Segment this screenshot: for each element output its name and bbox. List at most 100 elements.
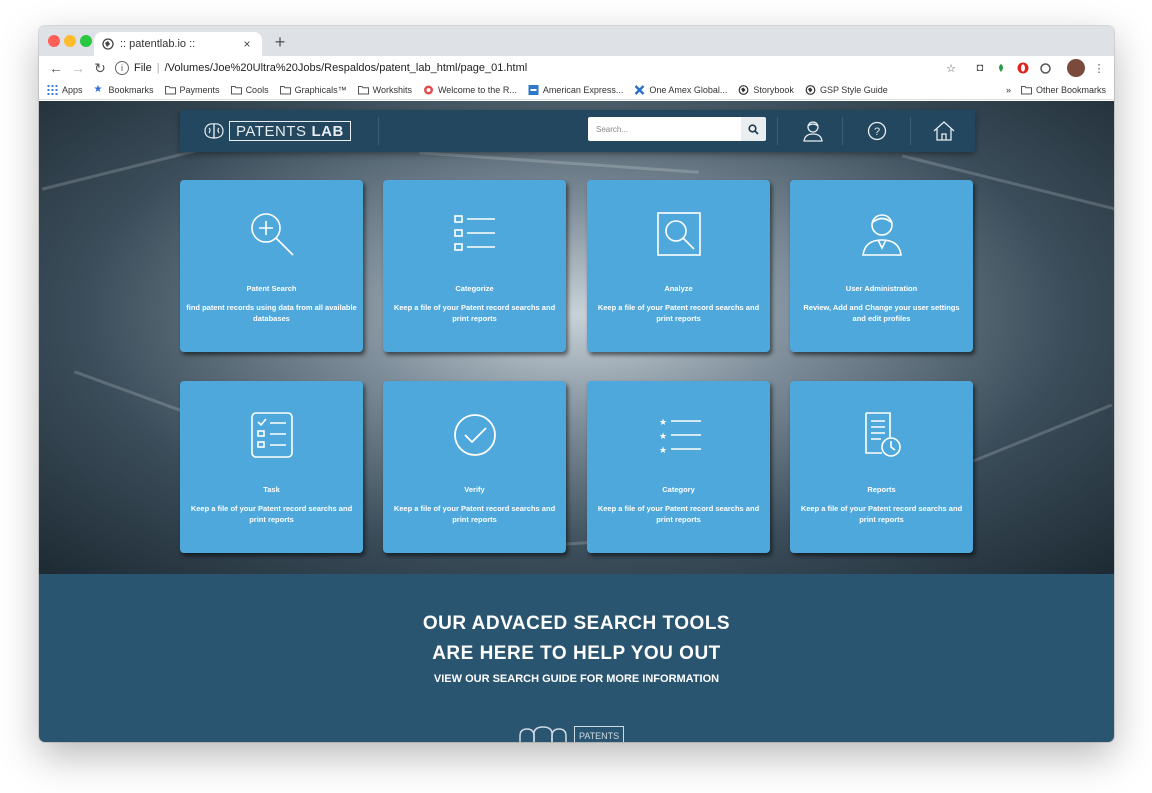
checklist-icon [250,412,293,458]
globe-icon [102,38,114,50]
card-title: Categorize [455,284,494,293]
tab-strip: :: patentlab.io :: × + [39,26,1114,56]
minimize-window-button[interactable] [64,35,76,47]
footer-headline-line-1: OUR ADVACED SEARCH TOOLS [422,613,731,634]
bookmark-label: Graphicals™ [294,84,347,95]
reload-icon[interactable]: ↻ [89,57,111,79]
hero-background: PATENTS LAB ? [39,101,1114,574]
search-button[interactable] [741,117,766,141]
folder-icon [164,85,176,94]
user-profile-icon[interactable] [801,119,825,143]
card-reports[interactable]: Reports Keep a file of your Patent recor… [790,381,973,553]
card-title: Patent Search [246,284,297,293]
camera-icon[interactable]: ◘ [973,61,987,75]
patents-lab-logo[interactable]: PATENTS LAB [203,120,351,142]
brain-logo-icon [519,726,567,742]
card-description: Keep a file of your Patent record search… [393,504,556,524]
home-icon[interactable] [932,119,956,143]
help-icon[interactable]: ? [865,119,889,143]
list-icon [453,215,495,251]
tab-close-icon[interactable]: × [240,37,254,51]
star-list-icon: ★ ★ ★ [659,418,701,456]
bookmarks-bar: Apps ★ Bookmarks Payments Cools Graphica… [39,80,1114,100]
bookmark-storybook[interactable]: Storybook [738,85,794,95]
card-title: Category [662,485,695,494]
browser-window: :: patentlab.io :: × + ← → ↻ i File | /V… [39,26,1114,742]
menu-dots-icon[interactable]: ⋮ [1092,61,1106,75]
site-navbar: PATENTS LAB ? [180,110,975,152]
bookmark-label: Storybook [753,84,794,95]
bookmark-label: Welcome to the R... [437,84,517,95]
folder-icon [230,85,242,94]
bookmark-workshits[interactable]: Workshits [357,85,412,95]
card-patent-search[interactable]: Patent Search find patent records using … [180,180,363,352]
report-clock-icon [864,412,901,457]
svg-text:★: ★ [659,418,667,428]
maximize-window-button[interactable] [80,35,92,47]
footer-headline-line-2: ARE HERE TO HELP YOU OUT [432,643,721,664]
bookmark-label: Bookmarks [108,84,154,95]
profile-avatar-icon[interactable] [1067,59,1085,77]
other-bookmarks[interactable]: Other Bookmarks [1036,85,1106,95]
card-title: Analyze [664,284,693,293]
svg-text:★: ★ [659,432,667,442]
search-guide-link[interactable]: VIEW OUR SEARCH GUIDE FOR MORE INFORMATI… [39,673,1114,685]
bookmark-cools[interactable]: Cools [230,84,269,95]
card-category[interactable]: ★ ★ ★ Category Keep a file of your Patent … [587,381,770,553]
bookmark-gsp-style-guide[interactable]: GSP Style Guide [805,85,888,95]
bookmark-one-amex[interactable]: One Amex Global... [634,85,727,95]
bookmark-welcome[interactable]: Welcome to the R... [423,85,517,95]
bookmark-graphicals[interactable]: Graphicals™ [279,84,347,95]
logo-wordmark: PATENTS LAB [229,121,351,141]
bookmark-label: Apps [62,84,83,95]
cross-icon [635,84,645,95]
card-description: Keep a file of your Patent record search… [800,504,963,524]
card-description: Keep a file of your Patent record search… [190,504,353,524]
browser-toolbar: ← → ↻ i File | /Volumes/Joe%20Ultra%20Jo… [39,56,1114,80]
back-arrow-icon[interactable]: ← [45,57,67,79]
bookmark-amex[interactable]: American Express... [528,84,624,95]
globe-icon [739,84,749,95]
star-bookmark-icon[interactable]: ☆ [944,61,958,75]
bookmark-apps[interactable]: Apps [47,84,83,95]
folder-icon [1020,86,1032,95]
forward-arrow-icon[interactable]: → [67,57,89,79]
logo-text: PATENTS [236,122,307,140]
card-user-administration[interactable]: User Administration Review, Add and Chan… [790,180,973,352]
user-icon [861,214,902,256]
card-task[interactable]: Task Keep a file of your Patent record s… [180,381,363,553]
card-description: Keep a file of your Patent record search… [597,303,760,323]
apps-grid-icon [47,84,58,95]
bookmark-label: Payments [179,84,220,95]
card-title: Task [263,485,280,494]
card-title: User Administration [845,284,918,293]
magnify-box-icon [656,212,701,256]
bookmark-label: One Amex Global... [649,84,728,95]
card-verify[interactable]: Verify Keep a file of your Patent record… [383,381,566,553]
bookmark-bookmarks[interactable]: ★ Bookmarks [94,84,154,95]
footer-section: OUR ADVACED SEARCH TOOLS ARE HERE TO HEL… [39,574,1114,742]
search-input[interactable] [588,117,741,141]
address-bar[interactable]: i File | /Volumes/Joe%20Ultra%20Jobs/Res… [115,59,975,77]
info-icon[interactable]: i [115,61,129,75]
green-extension-icon[interactable] [994,61,1008,75]
bookmarks-overflow-chevron[interactable]: » [1006,85,1011,95]
browser-tab[interactable]: :: patentlab.io :: × [94,32,262,56]
logo-bold-text: LAB [311,122,344,140]
check-circle-icon [453,414,496,456]
bookmark-label: Cools [245,84,269,95]
card-categorize[interactable]: Categorize Keep a file of your Patent re… [383,180,566,352]
brain-logo-icon [204,123,224,139]
opera-icon[interactable] [1016,61,1030,75]
red-circle-icon [423,85,433,94]
card-description: Keep a file of your Patent record search… [597,504,760,524]
folder-icon [357,85,369,94]
circle-extension-icon[interactable] [1038,61,1052,75]
bookmark-label: American Express... [542,84,624,95]
card-analyze[interactable]: Analyze Keep a file of your Patent recor… [587,180,770,352]
close-window-button[interactable] [48,35,60,47]
globe-icon [805,84,816,95]
new-tab-button[interactable]: + [269,32,291,54]
card-description: Keep a file of your Patent record search… [393,303,556,323]
bookmark-payments[interactable]: Payments [164,84,220,95]
